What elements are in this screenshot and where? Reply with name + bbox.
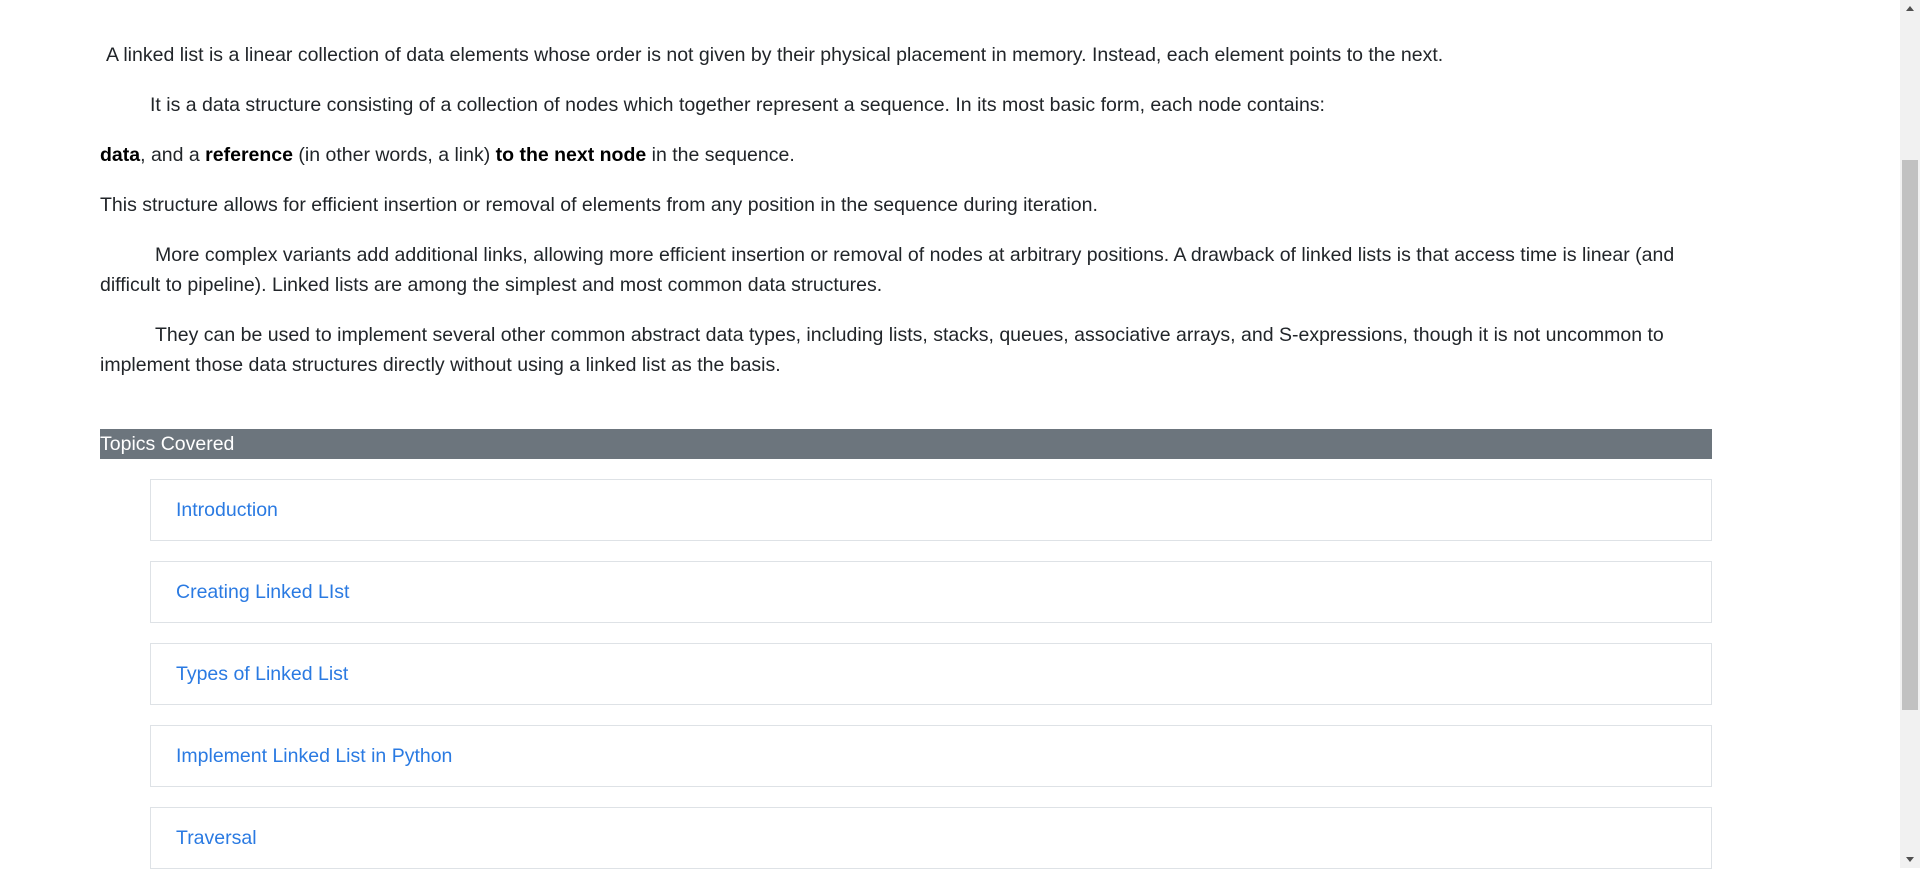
paragraph-text: They can be used to implement several ot… <box>100 324 1664 376</box>
topic-item-introduction[interactable]: Introduction <box>150 479 1712 541</box>
paragraph-text: More complex variants add additional lin… <box>100 244 1675 296</box>
paragraph-text: This structure allows for efficient inse… <box>100 194 1098 216</box>
paragraph-uses: They can be used to implement several ot… <box>100 320 1712 380</box>
topic-link-introduction[interactable]: Introduction <box>176 495 278 525</box>
paragraph-intro: A linked list is a linear collection of … <box>100 40 1712 70</box>
paragraph-text: A linked list is a linear collection of … <box>106 44 1444 66</box>
paragraph-text: It is a data structure consisting of a c… <box>150 94 1325 116</box>
bold-term-next-node: to the next node <box>495 144 647 166</box>
topic-item-types-of-linked-list[interactable]: Types of Linked List <box>150 643 1712 705</box>
paragraph-node-contents: data, and a reference (in other words, a… <box>100 140 1712 170</box>
paragraph-text: (in other words, a link) <box>292 144 496 166</box>
paragraph-text: , and a <box>140 144 206 166</box>
topic-link-creating-linked-list[interactable]: Creating Linked LIst <box>176 577 349 607</box>
bold-term-reference: reference <box>205 144 293 166</box>
paragraph-variants: More complex variants add additional lin… <box>100 240 1712 300</box>
paragraph-efficiency: This structure allows for efficient inse… <box>100 190 1712 220</box>
topic-item-implement-in-python[interactable]: Implement Linked List in Python <box>150 725 1712 787</box>
scrollbar-thumb[interactable] <box>1902 160 1918 710</box>
topic-item-traversal[interactable]: Traversal <box>150 807 1712 869</box>
paragraph-text: in the sequence. <box>646 144 795 166</box>
topic-link-implement-in-python[interactable]: Implement Linked List in Python <box>176 741 452 771</box>
vertical-scrollbar[interactable] <box>1900 0 1920 868</box>
paragraph-definition: It is a data structure consisting of a c… <box>100 90 1712 120</box>
bold-term-data: data <box>100 144 141 166</box>
topics-covered-header: Topics Covered <box>100 429 1712 459</box>
scroll-up-arrow-icon[interactable] <box>1900 0 1920 17</box>
scroll-down-arrow-icon[interactable] <box>1900 851 1920 868</box>
topic-item-creating-linked-list[interactable]: Creating Linked LIst <box>150 561 1712 623</box>
topic-link-traversal[interactable]: Traversal <box>176 823 257 853</box>
topic-link-types-of-linked-list[interactable]: Types of Linked List <box>176 659 348 689</box>
